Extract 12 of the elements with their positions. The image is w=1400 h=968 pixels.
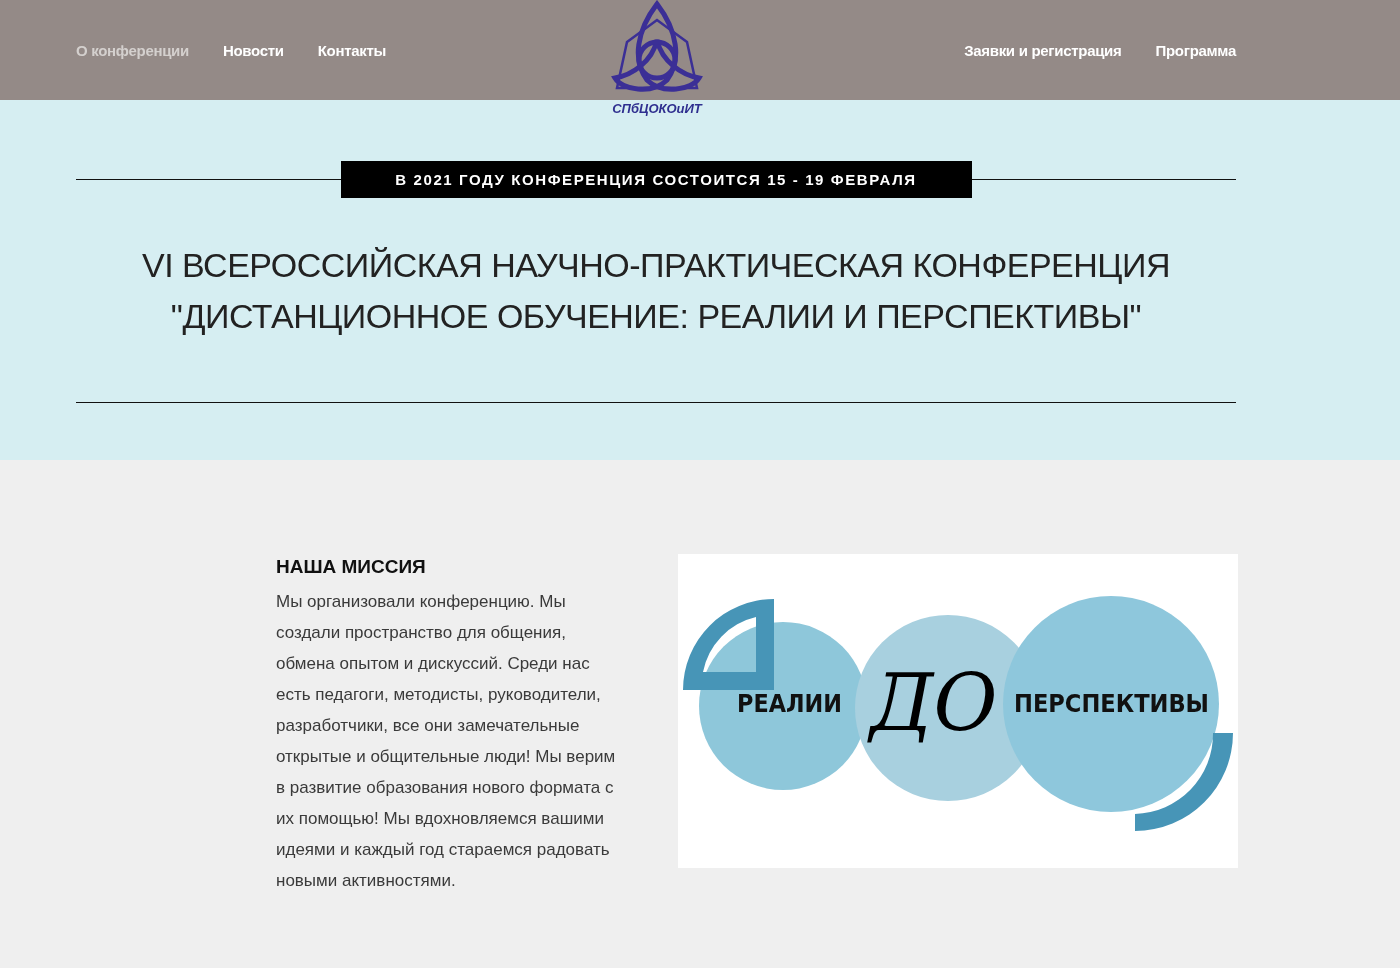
nav-link[interactable]: О конференции bbox=[76, 41, 189, 59]
nav-link[interactable]: Новости bbox=[222, 41, 284, 59]
date-banner: В 2021 ГОДУ КОНФЕРЕНЦИЯ СОСТОИТСЯ 15 - 19 ФЕВРАЛЯ bbox=[340, 161, 972, 198]
illustration-word: ПЕРСПЕКТИВЫ bbox=[1014, 690, 1222, 718]
logo-caption: СПбЦОКОиИТ bbox=[612, 101, 702, 116]
nav-link[interactable]: Программа bbox=[1155, 41, 1236, 59]
nav-link[interactable]: Контакты bbox=[317, 41, 387, 59]
nav-link[interactable]: Заявки и регистрация bbox=[964, 41, 1122, 59]
conference-title: VI ВСЕРОССИЙСКАЯ НАУЧНО-ПРАКТИЧЕСКАЯ КОНФЕРЕНЦИЯ "ДИСТАНЦИОННОЕ ОБУЧЕНИЕ: РЕАЛИИ И ПЕРСПЕКТИВЫ" bbox=[141, 245, 1171, 337]
illustration-word: РЕАЛИИ bbox=[737, 690, 850, 718]
mission-text: Мы организовали конференцию. Мы создали пространство для общения, обмена опытом и дискуссий. Среди нас есть педагоги, методисты, руководители, разработчики, все они замечательные открытые и общительные люди! Мы верим в развитие образования нового формата с их помощью! Мы вдохновляемся вашими идеями и каждый год стараемся радовать новыми активностями. bbox=[276, 591, 617, 892]
mission-heading: НАША МИССИЯ bbox=[276, 555, 427, 579]
